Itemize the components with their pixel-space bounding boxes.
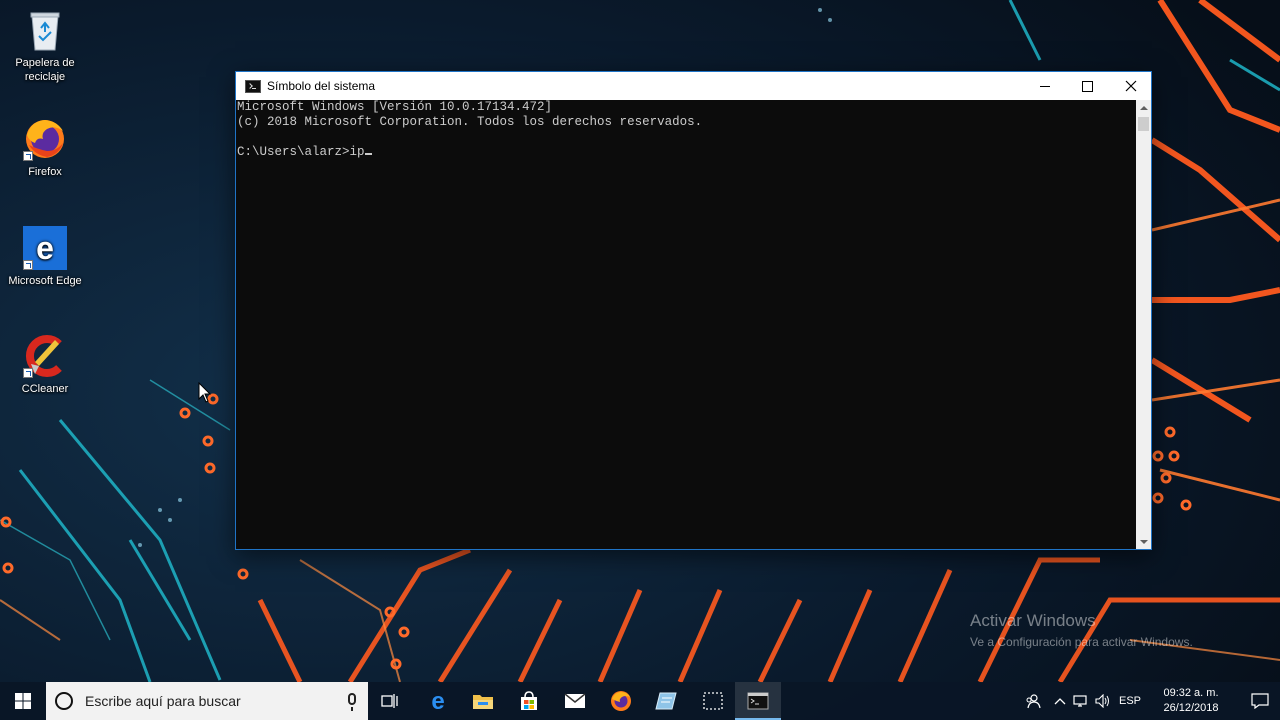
cortana-icon xyxy=(55,692,73,710)
console-text: Microsoft Windows [Versión 10.0.17134.47… xyxy=(236,100,1136,160)
svg-text:e: e xyxy=(36,230,54,266)
desktop-icon-label: Microsoft Edge xyxy=(8,275,82,287)
clock-date: 26/12/2018 xyxy=(1163,702,1219,714)
taskbar-notes[interactable] xyxy=(643,682,689,720)
scroll-up-button[interactable] xyxy=(1136,100,1151,115)
language-indicator[interactable]: ESP xyxy=(1116,682,1144,720)
desktop-icon-label: Firefox xyxy=(28,166,62,178)
console-output-area[interactable]: Microsoft Windows [Versión 10.0.17134.47… xyxy=(236,100,1136,549)
activate-windows-watermark: Activar Windows Ve a Configuración para … xyxy=(970,611,1193,650)
command-prompt-icon[interactable] xyxy=(245,79,261,93)
recycle-bin-icon xyxy=(21,6,69,54)
desktop-icon-label: CCleaner xyxy=(21,383,69,395)
people-button[interactable] xyxy=(1020,682,1046,720)
close-icon xyxy=(1125,80,1136,92)
taskbar-snipping-tool[interactable] xyxy=(690,682,736,720)
desktop-icon-firefox[interactable]: Firefox xyxy=(5,115,85,179)
taskbar-file-explorer[interactable] xyxy=(460,682,506,720)
shortcut-arrow-icon xyxy=(23,368,33,378)
network-icon xyxy=(1073,695,1087,707)
people-icon xyxy=(1026,694,1041,709)
store-icon xyxy=(521,691,537,710)
firefox-icon xyxy=(21,115,69,163)
console-line: (c) 2018 Microsoft Corporation. Todos lo… xyxy=(237,115,703,129)
console-line: Microsoft Windows [Versión 10.0.17134.47… xyxy=(237,100,553,114)
console-prompt-line[interactable]: C:\Users\alarz>ip xyxy=(237,145,1136,160)
taskbar-store[interactable] xyxy=(506,682,552,720)
shortcut-arrow-icon xyxy=(23,260,33,270)
show-hidden-icons-button[interactable] xyxy=(1050,682,1070,720)
window-title: Símbolo del sistema xyxy=(267,79,376,93)
microphone-icon[interactable] xyxy=(348,693,356,711)
desktop-icon-edge[interactable]: e Microsoft Edge xyxy=(5,224,85,288)
taskbar-firefox[interactable] xyxy=(598,682,644,720)
mouse-pointer-icon xyxy=(198,382,212,403)
window-titlebar[interactable]: Símbolo del sistema xyxy=(236,72,1151,100)
command-prompt-window[interactable]: Símbolo del sistema Microsoft Windows [V… xyxy=(235,71,1152,550)
desktop-icon-recycle-bin[interactable]: Papelera de reciclaje xyxy=(5,6,85,84)
system-tray: ESP 09:32 a. m. 26/12/2018 xyxy=(1020,682,1280,720)
firefox-icon xyxy=(611,691,631,711)
scrollbar-thumb[interactable] xyxy=(1138,117,1149,131)
task-view-button[interactable] xyxy=(367,682,413,720)
taskbar-search-box[interactable]: Escribe aquí para buscar xyxy=(46,682,368,720)
chevron-up-icon xyxy=(1054,698,1066,705)
volume-button[interactable] xyxy=(1092,682,1114,720)
scroll-down-button[interactable] xyxy=(1136,534,1151,549)
clock-time: 09:32 a. m. xyxy=(1163,687,1219,699)
notes-icon xyxy=(655,692,677,710)
minimize-button[interactable] xyxy=(1023,72,1066,100)
mail-icon xyxy=(564,693,586,708)
edge-icon: e xyxy=(21,224,69,272)
desktop-icon-ccleaner[interactable]: CCleaner xyxy=(5,332,85,396)
start-button[interactable] xyxy=(0,682,46,720)
chevron-up-icon xyxy=(1139,105,1148,110)
command-prompt-icon xyxy=(747,692,769,710)
file-explorer-icon xyxy=(473,695,493,709)
ccleaner-icon xyxy=(21,332,69,380)
maximize-button[interactable] xyxy=(1066,72,1109,100)
taskbar-command-prompt[interactable] xyxy=(735,682,781,720)
taskbar-edge[interactable]: e xyxy=(415,682,461,720)
svg-text:e: e xyxy=(431,690,444,712)
search-placeholder: Escribe aquí para buscar xyxy=(85,693,241,709)
chevron-down-icon xyxy=(1139,539,1148,544)
vertical-scrollbar[interactable] xyxy=(1136,100,1151,549)
snipping-tool-icon xyxy=(703,692,723,710)
clock[interactable]: 09:32 a. m. 26/12/2018 xyxy=(1146,682,1236,720)
watermark-title: Activar Windows xyxy=(970,611,1096,630)
notification-icon xyxy=(1251,693,1269,709)
close-button[interactable] xyxy=(1109,72,1152,100)
console-command-input: C:\Users\alarz>ip xyxy=(237,145,365,159)
task-view-icon xyxy=(381,694,398,708)
shortcut-arrow-icon xyxy=(23,151,33,161)
maximize-icon xyxy=(1082,80,1093,92)
taskbar-mail[interactable] xyxy=(552,682,598,720)
action-center-button[interactable] xyxy=(1240,682,1280,720)
taskbar: Escribe aquí para buscar e ESP 09:32 a. … xyxy=(0,682,1280,720)
watermark-subtitle: Ve a Configuración para activar Windows. xyxy=(970,635,1193,649)
volume-icon xyxy=(1095,694,1109,708)
network-button[interactable] xyxy=(1070,682,1092,720)
edge-icon: e xyxy=(431,690,444,712)
desktop-icon-label: Papelera de reciclaje xyxy=(15,57,75,83)
text-cursor xyxy=(364,153,372,155)
windows-logo-icon xyxy=(15,693,31,709)
minimize-icon xyxy=(1039,85,1050,87)
